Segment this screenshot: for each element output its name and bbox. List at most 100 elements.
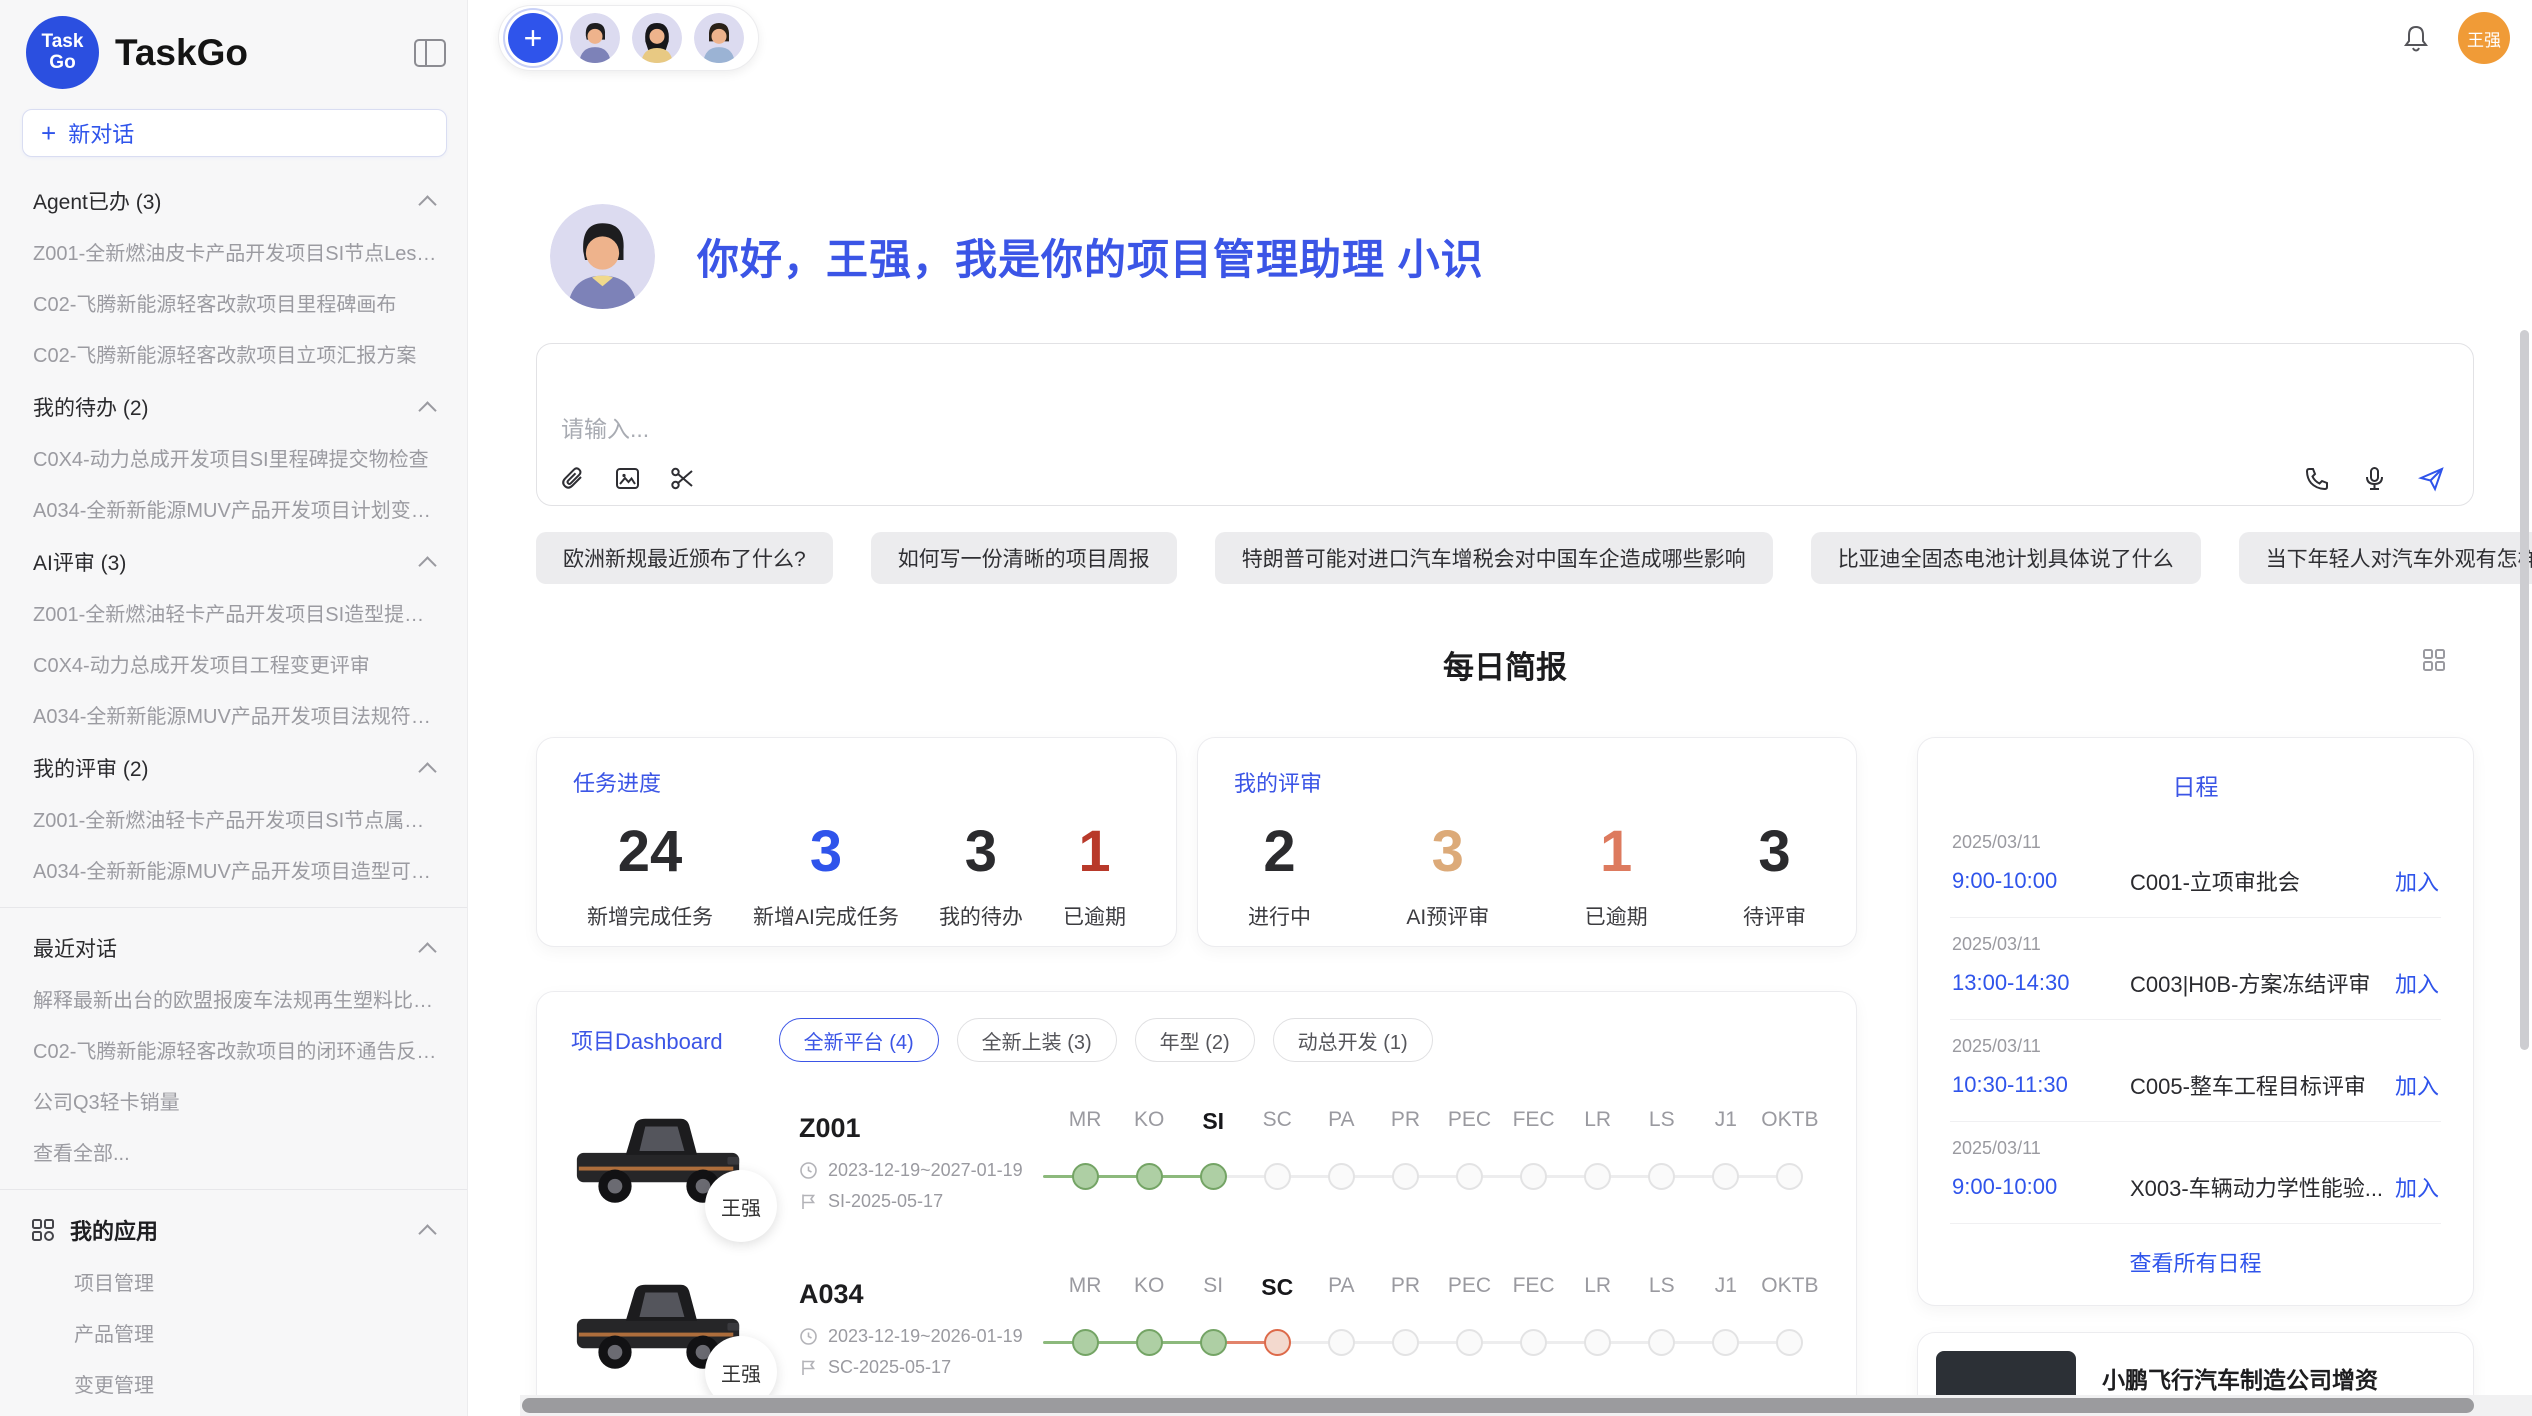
sidebar-task-item[interactable]: A034-全新新能源MUV产品开发项目造型可行性评审 [0,844,467,895]
sidebar-task-item[interactable]: C0X4-动力总成开发项目工程变更评审 [0,638,467,689]
divider [0,907,467,908]
section-header-agent-done[interactable]: Agent已办 (3) [0,173,467,226]
recent-chat-item[interactable]: 查看全部... [0,1126,467,1177]
add-member-button[interactable]: + [508,13,558,63]
join-link[interactable]: 加入 [2395,967,2439,999]
milestone-dot[interactable] [1648,1329,1675,1356]
chevron-up-icon[interactable] [419,761,437,775]
milestone-dot[interactable] [1200,1163,1227,1190]
app-item[interactable]: 项目管理 [0,1256,467,1307]
scissors-icon[interactable] [669,465,696,492]
milestone-dot[interactable] [1776,1163,1803,1190]
input-placeholder: 请输入... [561,410,649,444]
my-todo-list: C0X4-动力总成开发项目SI里程碑提交物检查A034-全新新能源MUV产品开发… [0,432,467,534]
image-upload-icon[interactable] [614,465,641,492]
project-row[interactable]: 王强 Z001 2023-12-19~2027-01-19 [537,1096,1856,1228]
milestone-dot[interactable] [1136,1163,1163,1190]
milestone-dot[interactable] [1584,1163,1611,1190]
milestone-dot[interactable] [1392,1329,1419,1356]
join-link[interactable]: 加入 [2395,1069,2439,1101]
new-chat-label: 新对话 [68,117,134,149]
horizontal-scrollbar-thumb[interactable] [522,1398,2474,1413]
join-link[interactable]: 加入 [2395,865,2439,897]
suggestion-chip[interactable]: 欧洲新规最近颁布了什么? [536,532,833,584]
suggestion-chip[interactable]: 比亚迪全固态电池计划具体说了什么 [1811,532,2201,584]
section-header-my-todo[interactable]: 我的待办 (2) [0,379,467,432]
my-apps-header[interactable]: 我的应用 [0,1202,467,1256]
filter-pill[interactable]: 年型 (2) [1135,1018,1255,1062]
project-milestone-flag: SI-2025-05-17 [799,1191,1047,1212]
chat-input-box[interactable]: 请输入... [536,343,2474,506]
filter-pill[interactable]: 全新上装 (3) [957,1018,1117,1062]
sidebar-task-item[interactable]: Z001-全新燃油轻卡产品开发项目SI造型提交物评审 [0,587,467,638]
sidebar-task-item[interactable]: C02-飞腾新能源轻客改款项目立项汇报方案 [0,328,467,379]
milestone-dot[interactable] [1776,1329,1803,1356]
member-avatar[interactable] [694,13,744,63]
member-avatar[interactable] [632,13,682,63]
recent-chat-item[interactable]: 解释最新出台的欧盟报废车法规再生塑料比例被调至15%... [0,973,467,1024]
join-link[interactable]: 加入 [2395,1171,2439,1203]
milestone-dot[interactable] [1456,1329,1483,1356]
schedule-time: 9:00-10:00 [1952,868,2120,894]
milestone-dot[interactable] [1328,1163,1355,1190]
horizontal-scrollbar[interactable] [520,1395,2532,1416]
user-avatar[interactable]: 王强 [2458,12,2510,64]
milestone-dot[interactable] [1648,1163,1675,1190]
sidebar-task-item[interactable]: C02-飞腾新能源轻客改款项目里程碑画布 [0,277,467,328]
milestone-dot[interactable] [1136,1329,1163,1356]
milestone-dot[interactable] [1328,1329,1355,1356]
send-icon[interactable] [2418,465,2445,492]
vertical-scrollbar[interactable] [2520,330,2529,1050]
project-owner-avatar[interactable]: 王强 [705,1170,777,1242]
attachment-icon[interactable] [559,465,586,492]
milestone-dot[interactable] [1072,1163,1099,1190]
notification-bell-icon[interactable] [2400,22,2432,54]
chevron-up-icon[interactable] [419,194,437,208]
section-header-my-review[interactable]: 我的评审 (2) [0,740,467,793]
chevron-up-icon[interactable] [419,555,437,569]
milestone-track: MRKOSISCPAPRPECFECLRLSJ1OKTB [1053,1268,1822,1388]
sidebar-task-item[interactable]: Z001-全新燃油皮卡产品开发项目SI节点Lesson Learn报告 [0,226,467,277]
recent-chat-item[interactable]: 公司Q3轻卡销量 [0,1075,467,1126]
card-layout-toggle-icon[interactable] [2420,646,2448,674]
milestone-dot[interactable] [1264,1329,1291,1356]
filter-pill[interactable]: 全新平台 (4) [779,1018,939,1062]
microphone-icon[interactable] [2361,465,2388,492]
phone-call-icon[interactable] [2304,465,2331,492]
app-item[interactable]: 变更管理 [0,1358,467,1409]
sidebar-task-item[interactable]: A034-全新新能源MUV产品开发项目法规符合性评审 [0,689,467,740]
view-all-schedule-link[interactable]: 查看所有日程 [1950,1224,2441,1300]
sidebar-task-item[interactable]: Z001-全新燃油轻卡产品开发项目SI节点属性5D文件评审 [0,793,467,844]
section-header-ai-review[interactable]: AI评审 (3) [0,534,467,587]
milestone-dot[interactable] [1712,1329,1739,1356]
milestone-dot[interactable] [1264,1163,1291,1190]
sidebar-task-item[interactable]: C0X4-动力总成开发项目SI里程碑提交物检查 [0,432,467,483]
milestone-dot[interactable] [1072,1329,1099,1356]
milestone-dot[interactable] [1520,1163,1547,1190]
milestone-dot[interactable] [1520,1329,1547,1356]
suggestion-chip[interactable]: 特朗普可能对进口汽车增税会对中国车企造成哪些影响 [1215,532,1773,584]
suggestion-chip[interactable]: 当下年轻人对汽车外观有怎样的喜好趋势 [2239,532,2532,584]
filter-pill[interactable]: 动总开发 (1) [1273,1018,1433,1062]
milestone-dot[interactable] [1392,1163,1419,1190]
milestone-dot[interactable] [1200,1329,1227,1356]
chevron-up-icon[interactable] [419,1223,437,1237]
stat-my-todo: 3 我的待办 [939,822,1023,931]
new-chat-button[interactable]: + 新对话 [22,109,447,157]
chevron-up-icon[interactable] [419,400,437,414]
recent-chat-item[interactable]: C02-飞腾新能源轻客改款项目的闭环通告反馈情况 [0,1024,467,1075]
milestone-dot[interactable] [1456,1163,1483,1190]
sidebar-task-item[interactable]: A034-全新新能源MUV产品开发项目计划变更表编写 [0,483,467,534]
project-dates: 2023-12-19~2027-01-19 [799,1160,1047,1181]
milestone-dot[interactable] [1584,1329,1611,1356]
milestone-label: J1 [1694,1274,1758,1301]
chevron-up-icon[interactable] [419,941,437,955]
member-avatar[interactable] [570,13,620,63]
milestone-dot[interactable] [1712,1163,1739,1190]
section-header-recent-chats[interactable]: 最近对话 [0,920,467,973]
project-row[interactable]: 王强 A034 2023-12-19~2026-01-19 [537,1262,1856,1394]
app-item[interactable]: 产品管理 [0,1307,467,1358]
suggestion-chip[interactable]: 如何写一份清晰的项目周报 [871,532,1177,584]
sidebar-collapse-icon[interactable] [413,38,447,68]
app-item[interactable]: 查看全部... [0,1409,467,1416]
